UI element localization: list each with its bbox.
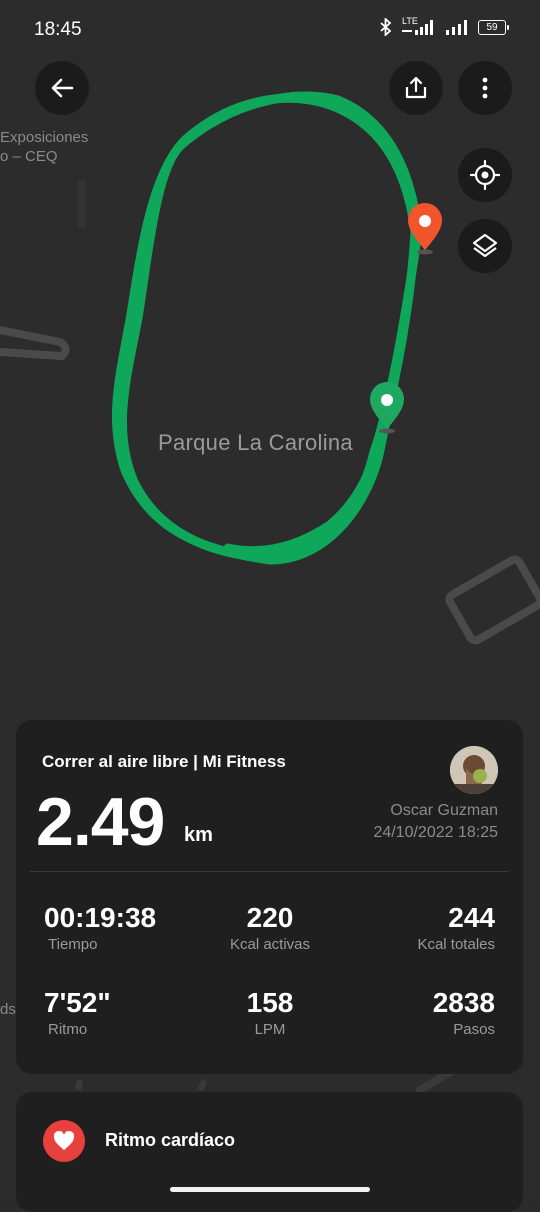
signal-icon bbox=[446, 20, 467, 35]
distance-unit: km bbox=[184, 824, 213, 846]
lte-signal-icon: LTE bbox=[402, 16, 436, 36]
map-label-exposiciones: Exposiciones bbox=[0, 129, 89, 146]
start-marker-icon bbox=[370, 382, 404, 434]
target-icon bbox=[470, 160, 500, 190]
share-icon bbox=[405, 76, 427, 99]
stat-label: LPM bbox=[254, 1021, 286, 1038]
stat-value: 7'52" bbox=[44, 987, 111, 1018]
status-icons: LTE 59 bbox=[378, 16, 509, 36]
stat-total-kcal: 244 Kcal totales bbox=[355, 902, 495, 953]
stat-value: 00:19:38 bbox=[44, 902, 157, 933]
park-name-label: Parque La Carolina bbox=[158, 430, 353, 455]
workout-title: Correr al aire libre | Mi Fitness bbox=[42, 752, 286, 771]
stat-pace: 7'52" Ritmo bbox=[44, 987, 184, 1038]
share-button[interactable] bbox=[389, 61, 443, 115]
heart-rate-title: Ritmo cardíaco bbox=[105, 1130, 236, 1150]
stat-label: Pasos bbox=[453, 1021, 495, 1038]
heart-icon bbox=[53, 1131, 75, 1150]
map-label-fragment: ds bbox=[0, 1001, 16, 1018]
battery-icon: 59 bbox=[478, 19, 509, 35]
stat-value: 220 bbox=[246, 902, 294, 933]
heart-icon-badge bbox=[43, 1120, 85, 1162]
map-label-ceq: o – CEQ bbox=[0, 148, 58, 165]
more-options-button[interactable] bbox=[458, 61, 512, 115]
user-name: Oscar Guzman bbox=[390, 802, 498, 819]
stat-heart-rate: 158 LPM bbox=[200, 987, 340, 1038]
stat-value: 158 bbox=[246, 987, 294, 1018]
locate-button[interactable] bbox=[458, 148, 512, 202]
route-path bbox=[111, 91, 423, 565]
bluetooth-icon bbox=[380, 18, 392, 36]
stat-value: 244 bbox=[448, 902, 495, 933]
more-vertical-icon bbox=[482, 77, 488, 99]
arrow-left-icon bbox=[51, 78, 74, 98]
status-bar: 18:45 LTE 59 bbox=[0, 0, 540, 60]
card-divider bbox=[30, 871, 508, 872]
workout-date-time: 24/10/2022 18:25 bbox=[373, 824, 498, 841]
user-avatar-image bbox=[450, 746, 498, 794]
back-button[interactable] bbox=[35, 61, 89, 115]
stat-steps: 2838 Pasos bbox=[355, 987, 495, 1038]
stat-active-kcal: 220 Kcal activas bbox=[200, 902, 340, 953]
stat-time: 00:19:38 Tiempo bbox=[44, 902, 184, 953]
stat-label: Ritmo bbox=[48, 1021, 88, 1038]
stat-label: Kcal totales bbox=[417, 936, 495, 953]
layers-button[interactable] bbox=[458, 219, 512, 273]
stat-label: Tiempo bbox=[48, 936, 98, 953]
workout-summary-card: Correr al aire libre | Mi Fitness 2.49 k… bbox=[16, 720, 523, 1074]
status-time: 18:45 bbox=[34, 19, 82, 40]
distance-value: 2.49 bbox=[36, 784, 165, 860]
layers-icon bbox=[472, 233, 498, 258]
stat-value: 2838 bbox=[432, 987, 495, 1018]
stat-label: Kcal activas bbox=[229, 936, 311, 953]
home-indicator[interactable] bbox=[170, 1187, 370, 1192]
heart-rate-section[interactable]: Ritmo cardíaco bbox=[16, 1092, 523, 1212]
avatar[interactable] bbox=[450, 746, 498, 794]
